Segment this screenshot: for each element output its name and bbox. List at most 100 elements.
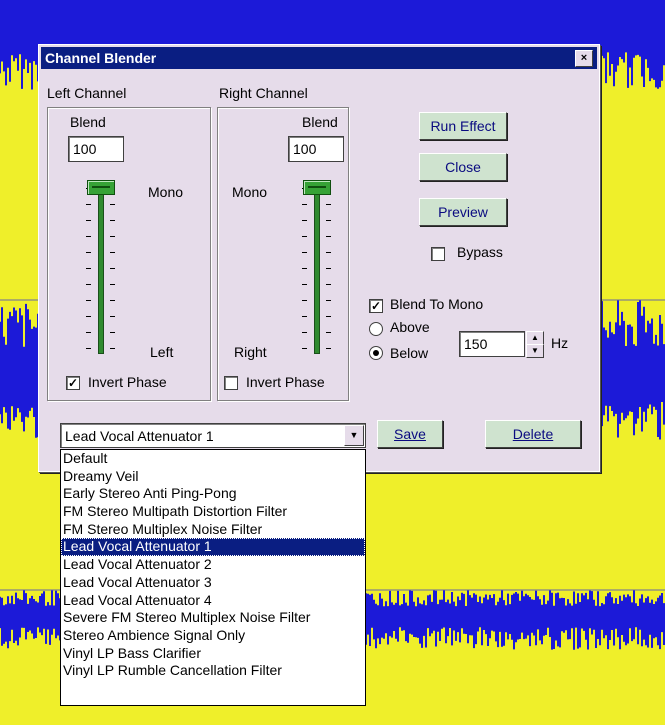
preset-option[interactable]: Lead Vocal Attenuator 3	[61, 574, 365, 592]
right-slider-track[interactable]	[314, 184, 320, 354]
left-invert-phase-checkbox[interactable]: ✓	[66, 376, 80, 390]
left-slider-track[interactable]	[98, 184, 104, 354]
save-label: Save	[394, 426, 426, 442]
right-channel-label: Right Channel	[219, 85, 308, 101]
slider-tick	[302, 236, 307, 237]
right-bottom-label: Right	[234, 344, 267, 360]
close-window-icon[interactable]: ×	[575, 50, 593, 67]
slider-tick	[110, 348, 115, 349]
left-invert-phase-label: Invert Phase	[88, 374, 167, 390]
right-slider-thumb[interactable]	[303, 180, 331, 195]
dialog-title: Channel Blender	[45, 50, 157, 66]
slider-tick	[302, 316, 307, 317]
delete-button[interactable]: Delete	[485, 420, 581, 448]
slider-tick	[302, 204, 307, 205]
left-mono-label: Mono	[148, 184, 184, 200]
spin-up-icon[interactable]: ▲	[526, 331, 544, 345]
dropdown-arrow-icon[interactable]: ▼	[344, 425, 364, 446]
left-slider-thumb[interactable]	[87, 180, 115, 195]
run-effect-button[interactable]: Run Effect	[419, 112, 507, 140]
slider-tick	[326, 220, 331, 221]
preset-option[interactable]: Vinyl LP Rumble Cancellation Filter	[61, 662, 365, 680]
preset-option[interactable]: Lead Vocal Attenuator 4	[61, 592, 365, 610]
slider-tick	[110, 332, 115, 333]
left-channel-group: Blend 100 Mono Left ✓ Invert Phase	[47, 107, 211, 401]
preset-combobox[interactable]: Lead Vocal Attenuator 1 ▼	[60, 423, 366, 448]
preset-dropdown-list[interactable]: Default Dreamy Veil Early Stereo Anti Ping…	[60, 449, 366, 706]
slider-tick	[326, 204, 331, 205]
slider-tick	[302, 268, 307, 269]
slider-tick	[302, 252, 307, 253]
slider-tick	[302, 300, 307, 301]
slider-tick	[86, 236, 91, 237]
spin-down-icon[interactable]: ▼	[526, 344, 544, 358]
preset-option[interactable]: Early Stereo Anti Ping-Pong	[61, 485, 365, 503]
preset-option[interactable]: Default	[61, 450, 365, 468]
dialog-titlebar[interactable]: Channel Blender ×	[41, 47, 597, 69]
slider-tick	[110, 236, 115, 237]
left-blend-input[interactable]: 100	[68, 136, 124, 162]
slider-tick	[110, 316, 115, 317]
slider-tick	[326, 268, 331, 269]
slider-tick	[326, 332, 331, 333]
channel-blender-dialog: Channel Blender × Left Channel Blend 100…	[38, 44, 600, 472]
slider-tick	[86, 284, 91, 285]
slider-tick	[302, 332, 307, 333]
preset-option[interactable]: Lead Vocal Attenuator 1	[61, 538, 365, 557]
preset-option[interactable]: Vinyl LP Bass Clarifier	[61, 645, 365, 663]
slider-tick	[86, 204, 91, 205]
blend-to-mono-label: Blend To Mono	[390, 296, 484, 312]
preset-option[interactable]: FM Stereo Multipath Distortion Filter	[61, 503, 365, 521]
preset-option[interactable]: Severe FM Stereo Multiplex Noise Filter	[61, 609, 365, 627]
left-bottom-label: Left	[150, 344, 174, 360]
slider-tick	[110, 268, 115, 269]
right-blend-label: Blend	[302, 114, 338, 130]
slider-tick	[302, 348, 307, 349]
preset-selected-value: Lead Vocal Attenuator 1	[65, 428, 214, 444]
slider-tick	[86, 348, 91, 349]
right-invert-phase-checkbox[interactable]	[224, 376, 238, 390]
slider-tick	[302, 220, 307, 221]
slider-tick	[326, 300, 331, 301]
slider-tick	[110, 300, 115, 301]
slider-tick	[110, 252, 115, 253]
slider-tick	[86, 252, 91, 253]
bypass-label: Bypass	[457, 244, 503, 260]
hz-unit-label: Hz	[551, 335, 569, 351]
blend-to-mono-checkbox[interactable]: ✓	[369, 299, 383, 313]
right-channel-group: Blend 100 Mono Right Invert Phase	[217, 107, 349, 401]
preset-option[interactable]: Lead Vocal Attenuator 2	[61, 556, 365, 574]
left-channel-label: Left Channel	[47, 85, 127, 101]
slider-tick	[86, 220, 91, 221]
right-mono-label: Mono	[232, 184, 268, 200]
slider-tick	[110, 204, 115, 205]
frequency-input[interactable]: 150	[459, 331, 525, 357]
preview-button[interactable]: Preview	[419, 198, 507, 226]
slider-tick	[302, 284, 307, 285]
slider-tick	[110, 284, 115, 285]
slider-tick	[86, 300, 91, 301]
bypass-checkbox[interactable]	[431, 247, 445, 261]
frequency-spinner[interactable]: ▲ ▼	[526, 331, 544, 358]
slider-tick	[326, 284, 331, 285]
close-button[interactable]: Close	[419, 153, 507, 181]
slider-tick	[326, 252, 331, 253]
preset-option[interactable]: Stereo Ambience Signal Only	[61, 627, 365, 645]
below-radio[interactable]	[369, 346, 383, 360]
preset-option[interactable]: FM Stereo Multiplex Noise Filter	[61, 521, 365, 539]
slider-tick	[86, 268, 91, 269]
slider-tick	[110, 220, 115, 221]
above-label: Above	[390, 319, 430, 335]
right-blend-input[interactable]: 100	[288, 136, 344, 162]
slider-tick	[326, 316, 331, 317]
waveform-band	[0, 0, 665, 30]
right-invert-phase-label: Invert Phase	[246, 374, 325, 390]
preset-option[interactable]: Dreamy Veil	[61, 468, 365, 486]
delete-label: Delete	[512, 426, 554, 442]
slider-tick	[86, 316, 91, 317]
above-radio[interactable]	[369, 322, 383, 336]
left-blend-label: Blend	[70, 114, 106, 130]
save-button[interactable]: Save	[377, 420, 443, 448]
slider-tick	[326, 236, 331, 237]
slider-tick	[86, 332, 91, 333]
